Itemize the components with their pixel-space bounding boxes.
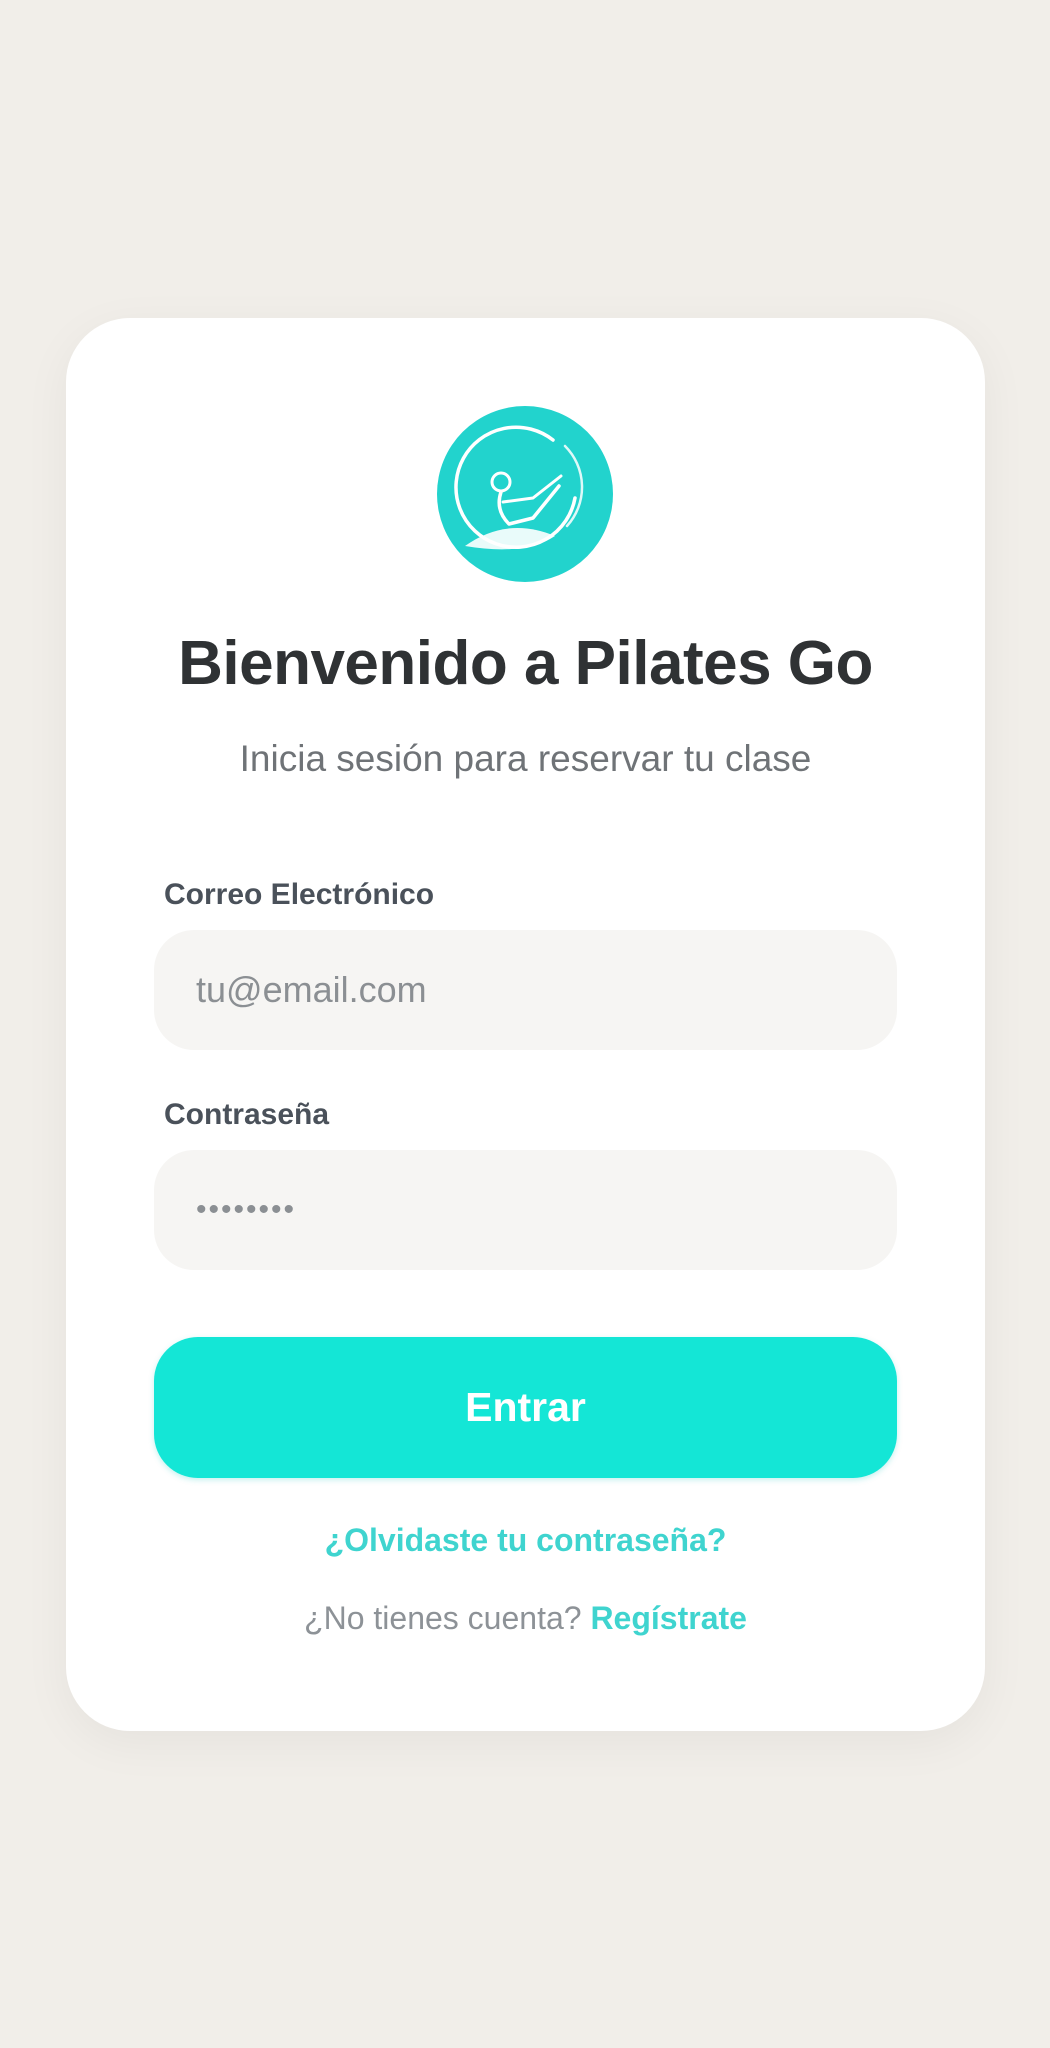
password-field[interactable] (154, 1150, 897, 1270)
password-label: Contraseña (164, 1098, 330, 1131)
signup-row: ¿No tienes cuenta? Regístrate (66, 1600, 985, 1637)
email-field[interactable] (154, 930, 897, 1050)
signup-prompt: ¿No tienes cuenta? (304, 1600, 582, 1636)
forgot-password-link[interactable]: ¿Olvidaste tu contraseña? (66, 1522, 985, 1559)
login-button[interactable]: Entrar (154, 1337, 897, 1478)
login-card: Bienvenido a Pilates Go Inicia sesión pa… (66, 318, 985, 1731)
email-label: Correo Electrónico (164, 878, 435, 911)
page-subtitle: Inicia sesión para reservar tu clase (239, 738, 812, 779)
page-title: Bienvenido a Pilates Go (178, 629, 873, 698)
signup-link[interactable]: Regístrate (590, 1600, 747, 1636)
pilates-logo-icon (437, 406, 613, 582)
